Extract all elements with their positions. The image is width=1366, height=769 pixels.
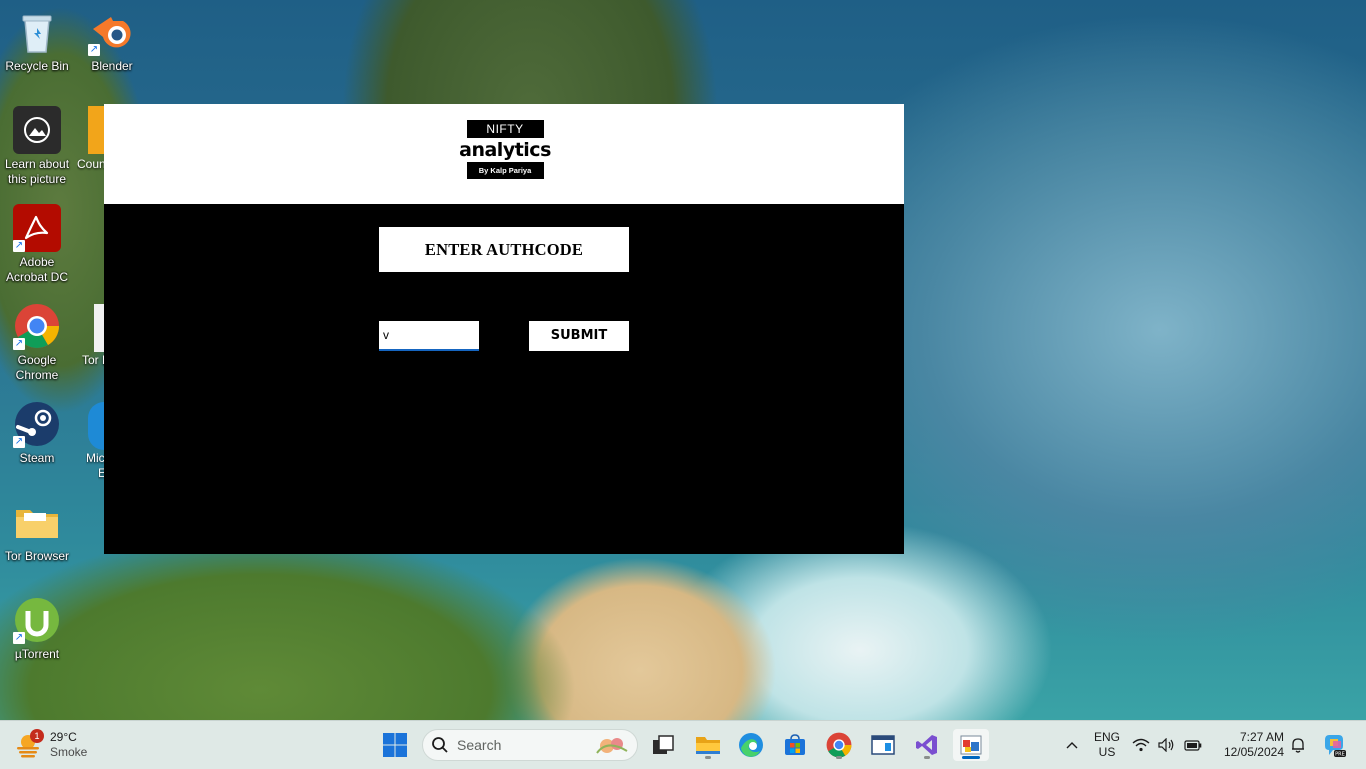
desktop-icon-label: Tor Browser bbox=[4, 549, 69, 563]
partial-icon-label: Coun bbox=[77, 157, 104, 171]
partial-icon-label: Tor B bbox=[82, 353, 104, 367]
taskbar-chrome[interactable] bbox=[821, 729, 857, 761]
shortcut-arrow-icon: ↗ bbox=[88, 44, 100, 56]
language-indicator[interactable]: ENG US bbox=[1090, 729, 1124, 761]
desktop-icon-label: Recycle Bin bbox=[5, 59, 69, 73]
clock-button[interactable]: 7:27 AM 12/05/2024 bbox=[1214, 729, 1284, 761]
taskbar-edge[interactable] bbox=[733, 729, 769, 761]
desktop-icon-label: µTorrent bbox=[14, 647, 60, 661]
weather-condition: Smoke bbox=[50, 745, 88, 759]
shortcut-arrow-icon: ↗ bbox=[13, 240, 25, 252]
desktop-icon-adobe-acrobat[interactable]: ↗ Adobe Acrobat DC bbox=[0, 204, 74, 285]
search-highlight-icon bbox=[596, 738, 628, 754]
weather-widget[interactable]: 1 29°C Smoke bbox=[14, 727, 87, 763]
window-app-icon bbox=[871, 735, 895, 755]
blender-icon: ↗ bbox=[88, 8, 136, 56]
shortcut-arrow-icon: ↗ bbox=[13, 338, 25, 350]
weather-temperature: 29°C bbox=[50, 730, 77, 744]
desktop-icon-label: Learn about this picture bbox=[4, 157, 70, 186]
desktop-icon-utorrent[interactable]: ↗ µTorrent bbox=[0, 596, 74, 662]
python-window-icon bbox=[960, 735, 982, 755]
active-indicator bbox=[962, 756, 980, 759]
windows-logo-icon bbox=[383, 733, 407, 757]
folder-icon bbox=[13, 498, 61, 546]
weather-alert-badge: 1 bbox=[30, 729, 44, 743]
desktop-icon-label: Steam bbox=[19, 451, 55, 465]
steam-icon: ↗ bbox=[13, 400, 61, 448]
logo-bottom-text: By Kalp Pariya bbox=[466, 162, 544, 179]
nifty-analytics-logo: NIFTY analytics By Kalp Pariya bbox=[459, 120, 551, 188]
running-indicator bbox=[836, 756, 842, 759]
shortcut-arrow-icon: ↗ bbox=[13, 632, 25, 644]
desktop-icon-label: Adobe Acrobat DC bbox=[5, 255, 69, 284]
auth-title: ENTER AUTHCODE bbox=[379, 227, 629, 272]
desktop-icon-label: Blender bbox=[91, 59, 133, 73]
microsoft-edge-icon[interactable] bbox=[88, 402, 104, 450]
partial-icon-label: Mic bbox=[86, 451, 104, 465]
notifications-button[interactable] bbox=[1286, 729, 1310, 761]
taskbar-notepad-app[interactable] bbox=[865, 729, 901, 761]
svg-text:PRE: PRE bbox=[1335, 752, 1345, 758]
copilot-button[interactable]: PRE bbox=[1318, 729, 1350, 761]
edge-icon bbox=[739, 733, 763, 757]
language-code: ENG bbox=[1093, 730, 1120, 744]
desktop-icon-blender[interactable]: ↗ Blender bbox=[75, 8, 149, 74]
utorrent-icon: ↗ bbox=[13, 596, 61, 644]
haze-sun-icon: 1 bbox=[14, 729, 44, 759]
start-button[interactable] bbox=[381, 731, 409, 759]
clock-date: 12/05/2024 bbox=[1223, 745, 1284, 759]
chevron-up-icon bbox=[1066, 742, 1078, 749]
spotlight-camera-icon bbox=[13, 106, 61, 154]
tor-browser-icon[interactable] bbox=[94, 304, 104, 352]
show-hidden-icons-button[interactable] bbox=[1060, 729, 1084, 761]
taskbar-store[interactable] bbox=[777, 729, 813, 761]
app-header: NIFTY analytics By Kalp Pariya bbox=[104, 104, 904, 204]
desktop-icon-steam[interactable]: ↗ Steam bbox=[0, 400, 74, 466]
wifi-icon bbox=[1132, 738, 1150, 752]
logo-top-text: NIFTY bbox=[466, 120, 544, 138]
file-explorer-icon bbox=[696, 737, 720, 754]
copilot-icon: PRE bbox=[1325, 735, 1346, 758]
task-view-icon bbox=[653, 735, 674, 754]
desktop-icon-label: Google Chrome bbox=[15, 353, 59, 382]
desktop-icon-tor-browser-folder[interactable]: Tor Browser bbox=[0, 498, 74, 564]
desktop-icon-recycle-bin[interactable]: Recycle Bin bbox=[0, 8, 74, 74]
store-icon bbox=[785, 734, 805, 755]
taskbar: 1 29°C Smoke Search ENG US 7:27 AM 12/05… bbox=[0, 720, 1366, 769]
logo-middle-text: analytics bbox=[459, 139, 551, 161]
volume-icon bbox=[1158, 738, 1174, 752]
language-region: US bbox=[1098, 745, 1116, 759]
taskbar-visual-studio[interactable] bbox=[909, 729, 945, 761]
submit-button[interactable]: SUBMIT bbox=[529, 321, 629, 351]
running-indicator bbox=[705, 756, 711, 759]
chrome-icon bbox=[826, 732, 852, 758]
visual-studio-icon bbox=[916, 735, 937, 755]
desktop-icon-learn-about-picture[interactable]: Learn about this picture bbox=[0, 106, 74, 187]
battery-icon bbox=[1184, 740, 1202, 751]
taskbar-file-explorer[interactable] bbox=[690, 729, 726, 761]
bell-icon bbox=[1292, 738, 1304, 753]
quick-settings-button[interactable] bbox=[1128, 729, 1206, 761]
authcode-input[interactable] bbox=[379, 321, 479, 351]
desktop-icon-google-chrome[interactable]: ↗ Google Chrome bbox=[0, 302, 74, 383]
search-icon bbox=[432, 737, 448, 753]
taskbar-python-app[interactable] bbox=[953, 729, 989, 761]
shortcut-arrow-icon: ↗ bbox=[13, 436, 25, 448]
weather-text: 29°C Smoke bbox=[50, 730, 87, 760]
taskbar-task-view[interactable] bbox=[645, 729, 681, 761]
taskbar-search-box[interactable]: Search bbox=[422, 729, 638, 761]
acrobat-icon: ↗ bbox=[13, 204, 61, 252]
recycle-bin-icon bbox=[13, 8, 61, 56]
clock-time: 7:27 AM bbox=[1239, 730, 1284, 744]
authcode-app-window: NIFTY analytics By Kalp Pariya ENTER AUT… bbox=[104, 104, 904, 554]
running-indicator bbox=[924, 756, 930, 759]
search-placeholder: Search bbox=[457, 737, 502, 753]
chrome-icon: ↗ bbox=[13, 302, 61, 350]
